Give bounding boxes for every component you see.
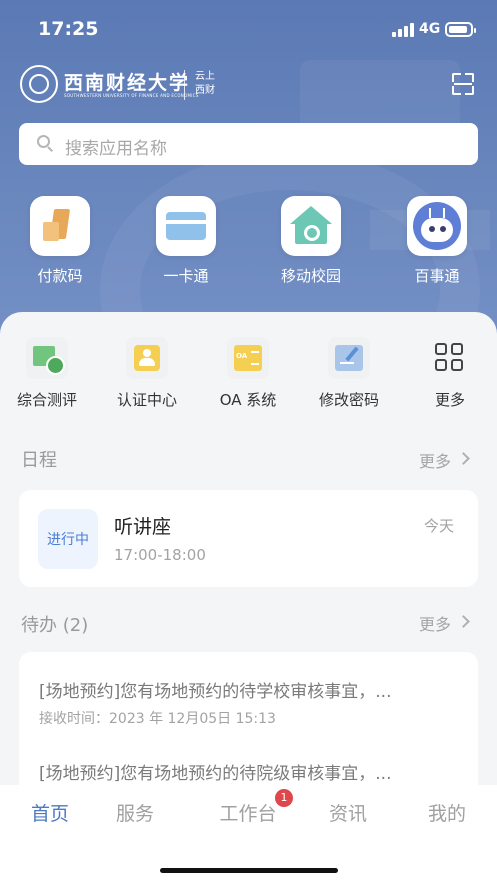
schedule-title: 日程 xyxy=(21,450,57,471)
service-auth-center[interactable]: 认证中心 xyxy=(107,337,187,410)
status-time: 17:25 xyxy=(38,18,99,40)
evaluation-icon xyxy=(26,337,68,379)
event-title: 听讲座 xyxy=(114,516,172,538)
app-name-line1: 云上 xyxy=(195,71,215,82)
quick-app-label: 付款码 xyxy=(37,267,83,285)
oa-system-icon: OA xyxy=(227,337,269,379)
event-time: 17:00-18:00 xyxy=(114,546,206,564)
quick-app-payment-code[interactable]: 付款码 xyxy=(15,196,105,286)
quick-app-mobile-campus[interactable]: 移动校园 xyxy=(266,196,356,286)
todo-item-title[interactable]: [场地预约]您有场地预约的待院级审核事宜，... xyxy=(39,759,391,784)
schedule-more-link[interactable]: 更多 xyxy=(419,448,451,472)
assistant-bot-icon xyxy=(407,196,467,256)
university-logo: 西南财经大学 SOUTHWESTERN UNIVERSITY OF FINANC… xyxy=(20,64,320,108)
home-indicator xyxy=(160,868,338,873)
app-name-line2: 西财 xyxy=(195,85,215,96)
search-input[interactable]: 搜索应用名称 xyxy=(19,123,478,165)
todo-item-title[interactable]: [场地预约]您有场地预约的待学校审核事宜，... xyxy=(39,677,391,702)
campus-card-icon xyxy=(156,196,216,256)
change-password-icon xyxy=(328,337,370,379)
service-label: 认证中心 xyxy=(116,391,177,409)
scan-icon[interactable] xyxy=(452,73,474,95)
logo-divider xyxy=(184,70,185,100)
workbench-badge: 1 xyxy=(275,789,293,807)
status-bar: 17:25 4G xyxy=(0,0,497,60)
payment-code-icon xyxy=(30,196,90,256)
service-label: 综合测评 xyxy=(16,391,77,409)
event-status-badge: 进行中 xyxy=(38,509,98,569)
university-name: 西南财经大学 xyxy=(64,72,191,94)
quick-app-campus-card[interactable]: 一卡通 xyxy=(141,196,231,286)
university-seal-icon xyxy=(20,65,58,103)
grid-more-icon xyxy=(429,337,471,379)
search-icon xyxy=(37,135,53,152)
university-name-en: SOUTHWESTERN UNIVERSITY OF FINANCE AND E… xyxy=(64,93,199,98)
todo-item-time: 接收时间：2023 年 12月05日 15:13 xyxy=(39,711,276,727)
quick-app-label: 百事通 xyxy=(414,267,460,285)
schedule-event-card[interactable]: 进行中 听讲座 17:00-18:00 今天 xyxy=(19,490,478,587)
mobile-campus-icon xyxy=(281,196,341,256)
quick-app-label: 移动校园 xyxy=(280,267,341,285)
todo-title: 待办 (2) xyxy=(21,615,89,636)
network-label: 4G xyxy=(419,21,441,37)
service-label: OA 系统 xyxy=(219,391,277,409)
todo-more-link[interactable]: 更多 xyxy=(419,611,451,635)
quick-app-label: 一卡通 xyxy=(163,267,209,285)
quick-app-assistant[interactable]: 百事通 xyxy=(392,196,482,286)
service-change-password[interactable]: 修改密码 xyxy=(309,337,389,410)
event-day: 今天 xyxy=(424,517,455,535)
service-label: 修改密码 xyxy=(318,391,379,409)
service-evaluation[interactable]: 综合测评 xyxy=(7,337,87,410)
signal-icon xyxy=(392,23,414,37)
app-name: 云上 西财 xyxy=(195,70,215,98)
tab-profile[interactable]: 我的 xyxy=(397,799,497,826)
event-status-text: 进行中 xyxy=(47,532,89,548)
tab-news[interactable]: 资讯 xyxy=(298,799,398,826)
service-more[interactable]: 更多 xyxy=(410,337,490,410)
battery-icon xyxy=(445,22,476,37)
service-label: 更多 xyxy=(434,391,465,409)
service-oa-system[interactable]: OA OA 系统 xyxy=(208,337,288,410)
auth-center-icon xyxy=(126,337,168,379)
tab-services[interactable]: 服务 xyxy=(85,799,185,826)
search-placeholder: 搜索应用名称 xyxy=(65,139,167,159)
